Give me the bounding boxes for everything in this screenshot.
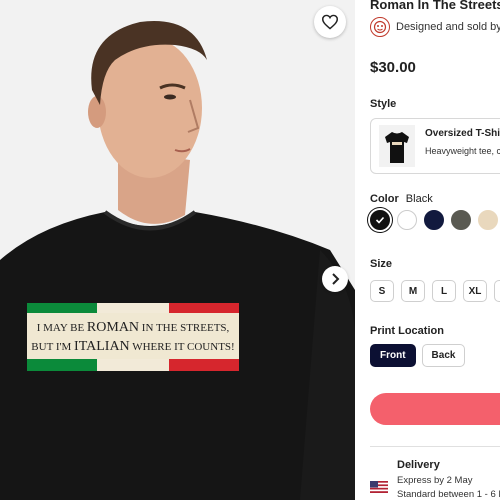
size-option[interactable]: XL [463, 280, 487, 302]
style-description: Heavyweight tee, cr [425, 146, 500, 156]
product-photo: I MAY BE ROMAN IN THE STREETS, BUT I'M I… [0, 0, 355, 500]
product-image-panel: I MAY BE ROMAN IN THE STREETS, BUT I'M I… [0, 0, 355, 500]
style-selector[interactable]: Oversized T-Shirt Heavyweight tee, cr [370, 118, 500, 174]
print-location-label: Print Location [370, 325, 444, 337]
style-thumbnail [379, 125, 415, 167]
seller-line: Designed and sold by allied [370, 17, 500, 37]
color-selected-value: Black [405, 193, 433, 205]
delivery-title: Delivery [397, 459, 440, 471]
size-option[interactable]: 2 [494, 280, 500, 302]
print-location-front[interactable]: Front [370, 344, 416, 367]
delivery-standard: Standard between 1 - 6 Ma [397, 489, 500, 500]
color-swatch-white[interactable] [397, 210, 417, 230]
product-details-panel: Roman In The Streets, It Designed and so… [355, 0, 500, 500]
print-line-2: BUT I'M ITALIAN WHERE IT COUNTS! [31, 339, 234, 354]
seller-prefix: Designed and sold by [396, 21, 500, 33]
seller-logo-icon [373, 20, 387, 34]
color-label: Color [370, 193, 399, 205]
print-location-options: Front Back [370, 344, 471, 367]
delivery-express: Express by 2 May [397, 475, 473, 486]
color-swatches [370, 210, 500, 230]
print-line-1: I MAY BE ROMAN IN THE STREETS, [37, 320, 230, 335]
chevron-right-icon [332, 273, 340, 285]
size-label: Size [370, 258, 393, 270]
style-label: Style [370, 98, 397, 110]
product-title: Roman In The Streets, It [370, 0, 500, 12]
add-to-cart-button[interactable] [370, 393, 500, 425]
color-label-row: Color Black [370, 193, 433, 205]
us-flag-icon [370, 481, 388, 493]
product-price: $30.00 [370, 59, 416, 76]
check-icon [375, 216, 385, 224]
color-swatch-charcoal[interactable] [451, 210, 471, 230]
favorite-button[interactable] [314, 6, 346, 38]
seller-avatar[interactable] [370, 17, 390, 37]
color-swatch-black[interactable] [370, 210, 390, 230]
divider [370, 446, 500, 447]
color-swatch-sand[interactable] [478, 210, 498, 230]
heart-outline-icon [321, 14, 339, 30]
color-swatch-navy[interactable] [424, 210, 444, 230]
size-options: SML XL 2 [370, 280, 500, 302]
print-location-back[interactable]: Back [421, 344, 466, 367]
style-name: Oversized T-Shirt [425, 128, 500, 139]
size-option[interactable]: M [401, 280, 425, 302]
size-option[interactable]: S [370, 280, 394, 302]
size-option[interactable]: L [432, 280, 456, 302]
next-image-button[interactable] [322, 266, 348, 292]
